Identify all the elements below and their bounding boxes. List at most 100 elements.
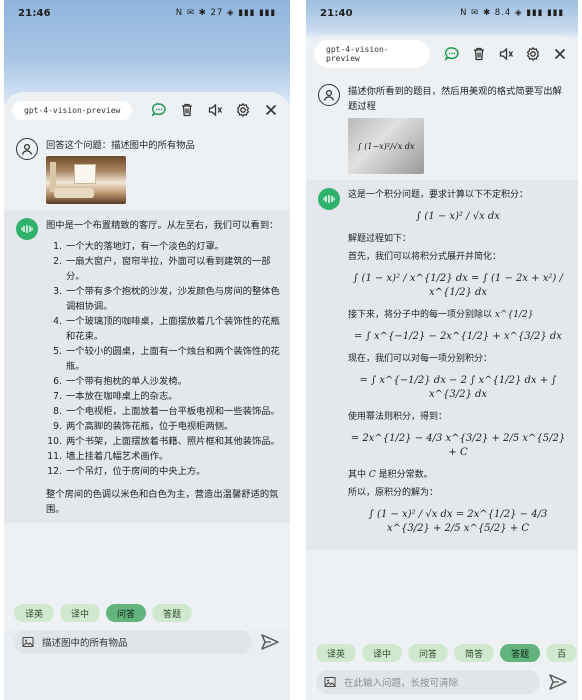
model-selector[interactable]: gpt-4-vision-preview [314, 40, 430, 68]
chat-header: gpt-4-vision-preview [4, 92, 290, 128]
chip-5[interactable]: 百 [546, 644, 578, 662]
list-item-number: 9. [53, 421, 62, 432]
chat-messages: 描述你所看到的题目，然后用美观的格式简要写出解题过程 ∫ (1−x)²/√x d… [306, 78, 578, 630]
list-item-text: 一个带有抱枕的单人沙发椅。 [66, 376, 187, 387]
chip-0[interactable]: 译英 [316, 644, 357, 662]
list-item-number: 8. [53, 406, 62, 417]
chip-0[interactable]: 译英 [14, 604, 55, 622]
bot-text: 使用幂法则积分，得到： [348, 412, 448, 422]
model-selector[interactable]: gpt-4-vision-preview [12, 100, 133, 120]
list-item: 2. 一扇大窗户，窗帘半拉，外面可以看到建筑的一部分。 [46, 254, 280, 284]
bot-text: 现在，我们可以对每一项分别积分： [348, 354, 493, 364]
list-item-text: 一个玻璃顶的咖啡桌，上面摆放着几个装饰性的花瓶和花束。 [66, 316, 280, 342]
math-expansion: ∫ (1 − x)² / x^{1/2} dx = ∫ (1 − 2x + x²… [353, 273, 563, 298]
bot-avatar-icon [318, 188, 340, 210]
list-item-text: 两个书架，上面摆放着书籍、照片框和其他装饰品。 [66, 436, 280, 447]
input-bar: 在此输入问题，长按可清除 [316, 670, 568, 694]
image-upload-icon[interactable] [22, 636, 34, 648]
living-room-image[interactable] [46, 156, 126, 204]
math-result: = 2x^{1/2} − 4/3 x^{3/2} + 2/5 x^{5/2} +… [350, 433, 566, 458]
status-bar: 21:40 N ✉ ✱ 8.4 ◈ ▮▮▮ ▮▮▮ [306, 0, 578, 26]
chat-header: gpt-4-vision-preview [306, 36, 578, 72]
close-icon[interactable] [260, 99, 282, 121]
list-item: 12. 一个吊灯，位于房间的中央上方。 [46, 464, 280, 479]
bot-avatar-icon [16, 218, 38, 240]
math-final: ∫ (1 − x)² / √x dx = 2x^{1/2} − 4/3 x^{3… [368, 509, 548, 534]
bot-outro: 整个房间的色调以米色和白色为主，营造出温馨舒适的氛围。 [46, 489, 279, 515]
trash-icon[interactable] [176, 99, 198, 121]
chip-4[interactable]: 答题 [500, 644, 541, 662]
bot-text: 解题过程如下： [348, 234, 412, 244]
list-item: 7. 一本放在咖啡桌上的杂志。 [46, 389, 280, 404]
question-input[interactable]: 在此输入问题，长按可清除 [316, 670, 540, 694]
list-item-number: 11. [47, 451, 62, 462]
bot-text: 接下来，将分子中的每一项分别除以 x^{1/2} [348, 310, 534, 320]
list-item-text: 墙上挂着几幅艺术画作。 [66, 451, 169, 462]
list-item-text: 一本放在咖啡桌上的杂志。 [66, 391, 178, 402]
status-icons: N ✉ ✱ 27 ◈ ▮▮▮ ▮▮▮ [175, 8, 276, 18]
math-termwise: = ∫ x^{−1/2} dx − 2 ∫ x^{1/2} dx + ∫ x^{… [359, 375, 557, 400]
question-input[interactable]: 描述图中的所有物品 [14, 630, 252, 654]
bot-message: 图中是一个布置精致的客厅。从左至右，我们可以看到： 1. 一个大的落地灯，有一个淡… [4, 210, 290, 523]
bot-text: 其中 C 是积分常数。 [348, 470, 433, 480]
mute-icon[interactable] [495, 43, 516, 65]
list-item-text: 一个电视柜，上面放着一台平板电视和一些装饰品。 [66, 406, 280, 417]
chip-3[interactable]: 简答 [454, 644, 495, 662]
chip-2[interactable]: 问答 [408, 644, 449, 662]
quick-action-chips: 译英 译中 问答 简答 答题百 [306, 644, 578, 662]
list-item: 10. 两个书架，上面摆放着书籍、照片框和其他装饰品。 [46, 434, 280, 449]
bot-text: 首先，我们可以将积分式展开并简化： [348, 252, 502, 262]
status-icons: N ✉ ✱ 8.4 ◈ ▮▮▮ ▮▮▮ [460, 8, 564, 18]
trash-icon[interactable] [468, 43, 489, 65]
math-split: = ∫ x^{−1/2} − 2x^{1/2} + x^{3/2} dx [354, 331, 562, 342]
list-item-number: 5. [53, 346, 62, 357]
user-message-text: 描述你所看到的题目，然后用美观的格式简要写出解题过程 [348, 86, 562, 112]
list-item: 11. 墙上挂着几幅艺术画作。 [46, 449, 280, 464]
user-message: 描述你所看到的题目，然后用美观的格式简要写出解题过程 ∫ (1−x)²/√x d… [306, 78, 578, 180]
left-phone-screenshot: 21:46 N ✉ ✱ 27 ◈ ▮▮▮ ▮▮▮ gpt-4-vision-pr… [4, 0, 290, 700]
user-message: 回答这个问题：描述图中的所有物品 [4, 132, 290, 210]
send-icon[interactable] [548, 673, 568, 691]
list-item-number: 2. [53, 256, 62, 267]
list-item-text: 一扇大窗户，窗帘半拉，外面可以看到建筑的一部分。 [66, 256, 271, 282]
list-item: 4. 一个玻璃顶的咖啡桌，上面摆放着几个装饰性的花瓶和花束。 [46, 314, 280, 344]
math-inline: x^{1/2} [494, 310, 534, 320]
chip-2[interactable]: 问答 [106, 604, 147, 622]
list-item-number: 10. [47, 436, 62, 447]
math-inline: C [368, 470, 376, 480]
list-item-number: 4. [53, 316, 62, 327]
close-icon[interactable] [549, 43, 570, 65]
user-message-text: 回答这个问题：描述图中的所有物品 [46, 140, 195, 151]
question-input-placeholder: 在此输入问题，长按可清除 [344, 678, 459, 689]
send-icon[interactable] [260, 633, 280, 651]
formula-photo[interactable]: ∫ (1−x)²/√x dx [348, 118, 424, 174]
image-upload-icon[interactable] [324, 676, 336, 688]
bot-intro: 图中是一个布置精致的客厅。从左至右，我们可以看到： [46, 220, 279, 231]
mute-icon[interactable] [204, 99, 226, 121]
settings-gear-icon[interactable] [522, 43, 543, 65]
chat-bubble-icon[interactable] [148, 99, 170, 121]
chip-3[interactable]: 答题 [152, 604, 193, 622]
list-item-text: 一个较小的圆桌，上面有一个烛台和两个装饰性的花瓶。 [66, 346, 280, 372]
user-avatar-icon [318, 84, 340, 106]
list-item-number: 7. [53, 391, 62, 402]
chat-bubble-icon[interactable] [442, 43, 463, 65]
chip-1[interactable]: 译中 [60, 604, 101, 622]
question-input-value: 描述图中的所有物品 [42, 638, 128, 649]
list-item-text: 一个大的落地灯，有一个淡色的灯罩。 [66, 241, 225, 252]
settings-gear-icon[interactable] [232, 99, 254, 121]
list-item-number: 6. [53, 376, 62, 387]
list-item-number: 3. [53, 286, 62, 297]
status-time: 21:46 [18, 7, 51, 19]
status-bar: 21:46 N ✉ ✱ 27 ◈ ▮▮▮ ▮▮▮ [4, 0, 290, 26]
bot-message: 这是一个积分问题，要求计算以下不定积分： ∫ (1 − x)² / √x dx … [306, 180, 578, 550]
list-item-number: 12. [47, 466, 62, 477]
bot-text: 所以，原积分的解为： [348, 488, 439, 498]
list-item-text: 一个带有多个抱枕的沙发，沙发颜色与房间的整体色调相协调。 [66, 286, 280, 312]
chip-1[interactable]: 译中 [362, 644, 403, 662]
status-time: 21:40 [320, 7, 353, 19]
item-list: 1. 一个大的落地灯，有一个淡色的灯罩。 2. 一扇大窗户，窗帘半拉，外面可以看到建筑… [46, 239, 280, 479]
list-item-text: 两个高脚的装饰花瓶，位于电视柜两侧。 [66, 421, 234, 432]
list-item: 8. 一个电视柜，上面放着一台平板电视和一些装饰品。 [46, 404, 280, 419]
list-item-number: 1. [53, 241, 62, 252]
